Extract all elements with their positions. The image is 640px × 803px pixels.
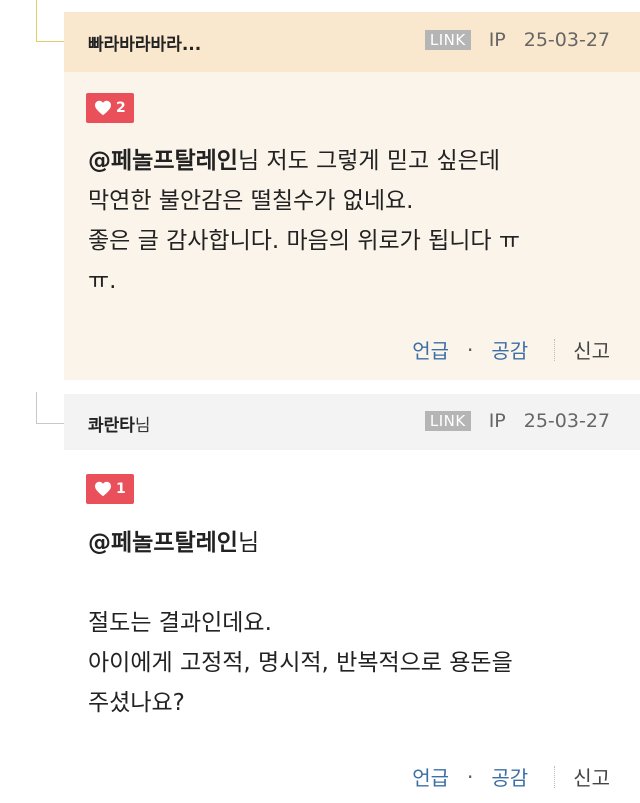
divider bbox=[554, 765, 556, 788]
reply-connector-icon bbox=[36, 392, 64, 424]
comment-meta: LINK IP 25-03-27 bbox=[424, 410, 610, 432]
comment-date: 25-03-27 bbox=[523, 410, 610, 432]
link-badge[interactable]: LINK bbox=[424, 411, 471, 431]
like-button[interactable]: 1 bbox=[86, 474, 134, 504]
comment-2: 콰란타님 LINK IP 25-03-27 1 @페놀프탈레인님 절도는 결과인… bbox=[0, 380, 640, 803]
comment-date: 25-03-27 bbox=[523, 29, 610, 51]
heart-icon bbox=[95, 100, 111, 116]
mention-button[interactable]: 언급 bbox=[412, 762, 449, 791]
separator-dot: · bbox=[467, 337, 474, 362]
comment-actions: 언급 · 공감 신고 bbox=[412, 762, 610, 791]
divider bbox=[554, 338, 556, 361]
ip-label: IP bbox=[488, 29, 506, 51]
comment-meta: LINK IP 25-03-27 bbox=[424, 29, 610, 51]
report-button[interactable]: 신고 bbox=[573, 762, 610, 791]
ip-label: IP bbox=[488, 410, 506, 432]
heart-icon bbox=[95, 481, 111, 497]
mention-link[interactable]: @페놀프탈레인 bbox=[88, 148, 238, 174]
empathy-button[interactable]: 공감 bbox=[491, 335, 528, 364]
comment-author[interactable]: 빠라바라바라... bbox=[88, 30, 201, 55]
comment-text: @페놀프탈레인님 절도는 결과인데요. 아이에게 고정적, 명시적, 반복적으로… bbox=[88, 530, 513, 716]
mention-link[interactable]: @페놀프탈레인 bbox=[88, 530, 238, 556]
mention-button[interactable]: 언급 bbox=[412, 335, 449, 364]
comment-author[interactable]: 콰란타님 bbox=[88, 411, 151, 436]
like-count: 2 bbox=[116, 100, 126, 116]
like-button[interactable]: 2 bbox=[86, 93, 134, 123]
comment-text: @페놀프탈레인님 저도 그렇게 믿고 싶은데 막연한 불안감은 떨칠수가 없네요… bbox=[88, 148, 521, 294]
like-count: 1 bbox=[116, 481, 126, 497]
separator-dot: · bbox=[467, 764, 474, 789]
comment-1: 빠라바라바라... LINK IP 25-03-27 2 @페놀프탈레인님 저도… bbox=[0, 0, 640, 380]
comment-actions: 언급 · 공감 신고 bbox=[412, 335, 610, 364]
report-button[interactable]: 신고 bbox=[573, 335, 610, 364]
reply-connector-icon bbox=[36, 0, 64, 42]
empathy-button[interactable]: 공감 bbox=[491, 762, 528, 791]
link-badge[interactable]: LINK bbox=[424, 30, 471, 50]
